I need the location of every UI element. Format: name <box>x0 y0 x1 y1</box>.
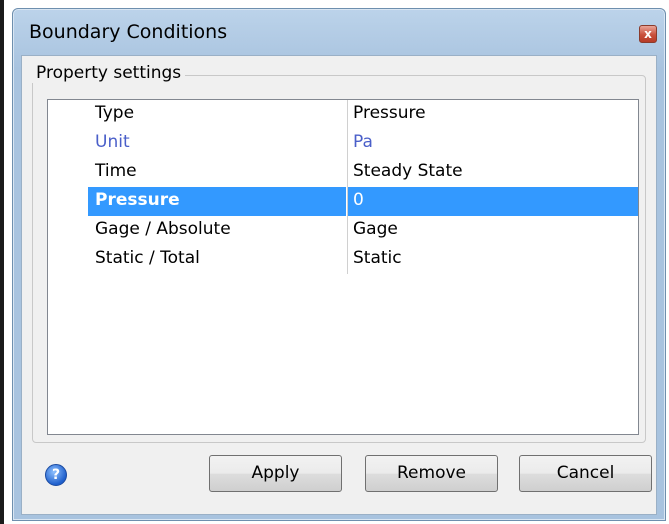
property-row-pressure[interactable]: Pressure 0 <box>48 187 638 216</box>
backdrop-edge <box>0 0 4 524</box>
property-value[interactable]: Static <box>353 248 402 268</box>
property-name: Type <box>95 103 135 123</box>
property-name: Time <box>95 161 137 181</box>
property-value[interactable]: Gage <box>353 219 398 239</box>
property-row-gage-absolute[interactable]: Gage / Absolute Gage <box>48 216 638 245</box>
help-glyph: ? <box>51 467 61 483</box>
property-name: Pressure <box>95 190 180 210</box>
property-grid: Type Pressure Unit Pa Time Steady State … <box>47 99 639 435</box>
close-icon: x <box>644 27 652 41</box>
window-title: Boundary Conditions <box>29 21 228 43</box>
property-value[interactable]: Steady State <box>353 161 463 181</box>
cancel-button[interactable]: Cancel <box>519 455 652 492</box>
property-value[interactable]: Pressure <box>353 103 426 123</box>
backdrop <box>0 0 669 8</box>
property-name: Unit <box>95 132 130 152</box>
remove-button[interactable]: Remove <box>365 455 498 492</box>
selection-highlight <box>348 187 638 216</box>
property-row-type[interactable]: Type Pressure <box>48 100 638 129</box>
property-row-static-total[interactable]: Static / Total Static <box>48 245 638 274</box>
close-button[interactable]: x <box>639 25 657 43</box>
property-value-input[interactable]: 0 <box>353 190 364 210</box>
group-legend: Property settings <box>32 63 186 83</box>
property-value: Pa <box>353 132 373 152</box>
property-name: Static / Total <box>95 248 200 268</box>
property-row-time[interactable]: Time Steady State <box>48 158 638 187</box>
property-row-unit[interactable]: Unit Pa <box>48 129 638 158</box>
help-icon[interactable]: ? <box>45 464 67 486</box>
apply-button[interactable]: Apply <box>209 455 342 492</box>
title-bar[interactable]: Boundary Conditions x <box>13 9 665 55</box>
property-name: Gage / Absolute <box>95 219 231 239</box>
dialog-body: Property settings Type Pressure Unit Pa … <box>21 55 657 515</box>
boundary-conditions-dialog: Boundary Conditions x Property settings … <box>12 8 666 521</box>
